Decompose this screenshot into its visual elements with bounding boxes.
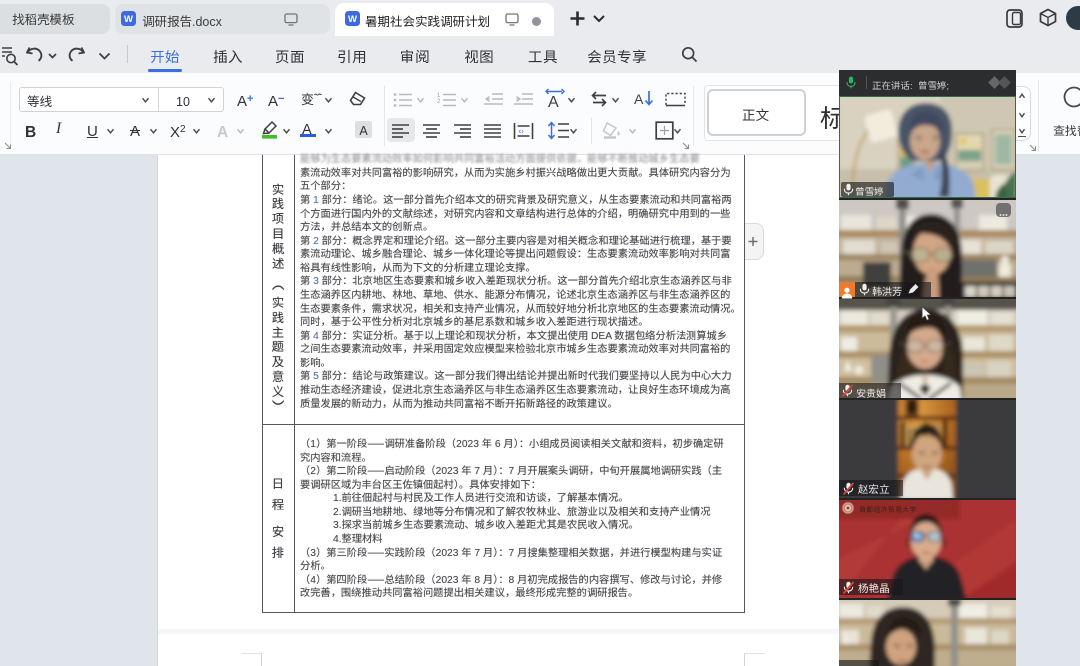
svg-text:‹›: ‹› bbox=[519, 127, 525, 136]
svg-text:A: A bbox=[634, 91, 644, 107]
svg-text:2: 2 bbox=[437, 99, 441, 105]
svg-text:A: A bbox=[548, 94, 559, 109]
